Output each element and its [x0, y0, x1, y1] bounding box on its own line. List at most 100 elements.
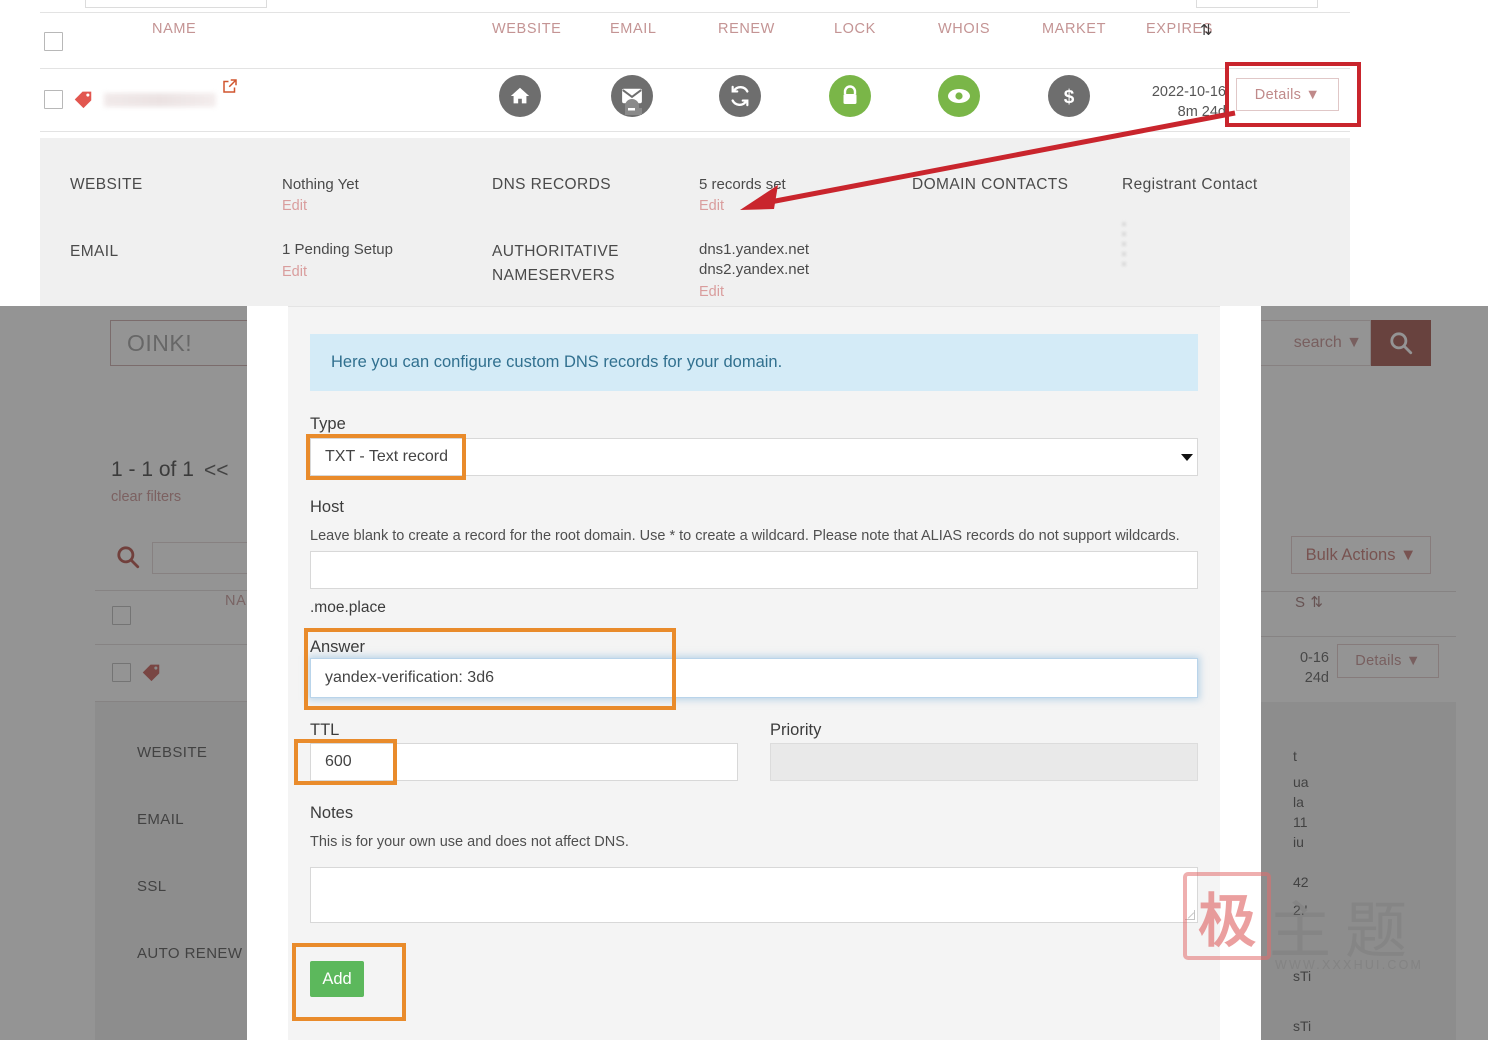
detail-website-value: Nothing Yet [282, 176, 359, 193]
background-select-all-checkbox[interactable] [112, 606, 131, 625]
background-expires-date: 0-16 [1299, 650, 1329, 666]
detail-registrant-contact-label: Registrant Contact [1122, 176, 1258, 193]
column-header-market[interactable]: MARKET [1042, 21, 1106, 37]
background-row-checkbox[interactable] [112, 663, 131, 682]
search-domain-input[interactable]: OINK! [110, 320, 247, 366]
priority-input [770, 743, 1198, 781]
background-registrant-frag-6: 42 [1293, 874, 1309, 890]
background-registrant-frag-9: sTi [1293, 1018, 1312, 1034]
background-bulk-actions-button[interactable]: Bulk Actions ▼ [1291, 536, 1431, 574]
background-search-button[interactable] [1371, 320, 1431, 366]
table-row-rule [40, 131, 1350, 132]
background-right-detail-panel [1261, 702, 1456, 1040]
select-all-checkbox[interactable] [44, 32, 63, 51]
modal-body: Here you can configure custom DNS record… [288, 316, 1220, 1040]
modal-info-alert: Here you can configure custom DNS record… [310, 334, 1198, 391]
background-label-ssl: SSL [137, 878, 167, 895]
column-header-lock[interactable]: LOCK [834, 21, 876, 37]
table-top-rule [40, 12, 1350, 13]
dns-record-modal: Here you can configure custom DNS record… [247, 306, 1261, 1040]
expires-remaining: 8m 24d [1177, 104, 1226, 120]
background-expires-sort[interactable]: S ⇅ [1295, 593, 1324, 611]
registrant-details-redacted [1122, 222, 1126, 272]
detail-nameservers-edit-link[interactable]: Edit [699, 284, 724, 300]
background-label-email: EMAIL [137, 811, 185, 828]
add-highlight-box [292, 943, 406, 1021]
search-icon[interactable] [115, 544, 141, 570]
host-input[interactable] [310, 551, 1198, 589]
column-header-name[interactable]: NAME [152, 21, 196, 37]
details-highlight-box [1225, 62, 1361, 127]
background-registrant-frag-5: iu [1293, 834, 1304, 850]
row-select-checkbox[interactable] [44, 90, 63, 109]
mailbox-icon [625, 99, 642, 115]
detail-dns-label: DNS RECORDS [492, 176, 611, 193]
host-label: Host [310, 498, 344, 516]
column-header-email[interactable]: EMAIL [610, 21, 657, 37]
domain-table-area: NAME WEBSITE EMAIL RENEW LOCK WHOIS MARK… [0, 0, 1488, 306]
pagination-count: 1 - 1 of 1 [111, 458, 194, 481]
notes-label: Notes [310, 804, 354, 822]
answer-highlight-box [304, 628, 676, 710]
notes-help-text: This is for your own use and does not af… [310, 834, 629, 850]
background-registrant-frag-8: sTi [1293, 968, 1312, 984]
type-label: Type [310, 415, 346, 433]
background-registrant-frag-2: ua [1293, 774, 1309, 790]
background-expires-remaining: 24d [1304, 670, 1329, 686]
market-dollar-icon[interactable]: $ [1048, 75, 1090, 117]
filter-search-input[interactable] [152, 542, 247, 574]
ttl-label: TTL [310, 721, 340, 739]
host-help-text: Leave blank to create a record for the r… [310, 528, 1180, 544]
table-header-rule [40, 68, 1350, 69]
search-icon [1390, 332, 1413, 355]
background-registrant-frag-7: 2.' [1293, 902, 1308, 918]
domain-name-redacted [104, 93, 216, 107]
detail-nameservers-label-1: AUTHORITATIVE [492, 243, 619, 260]
chevron-down-icon[interactable] [1181, 454, 1193, 461]
type-highlight-box [306, 434, 466, 480]
background-details-button[interactable]: Details ▼ [1337, 644, 1439, 678]
column-header-whois[interactable]: WHOIS [938, 21, 990, 37]
priority-label: Priority [770, 721, 822, 739]
detail-dns-value: 5 records set [699, 176, 786, 193]
external-link-icon[interactable] [221, 77, 239, 95]
background-left-region: OINK! 1 - 1 of 1 << clear filters NAM [0, 306, 247, 1040]
expires-date: 2022-10-16 [1151, 84, 1226, 100]
background-label-auto-renew: AUTO RENEW [137, 945, 243, 962]
detail-email-label: EMAIL [70, 243, 119, 260]
svg-text:$: $ [1064, 87, 1075, 108]
pagination-prev-button[interactable]: << [204, 459, 229, 483]
renew-refresh-icon[interactable] [719, 75, 761, 117]
resize-grip-icon[interactable] [1185, 910, 1195, 920]
lock-icon[interactable] [829, 75, 871, 117]
detail-nameserver-2: dns2.yandex.net [699, 261, 810, 278]
background-column-name: NAM [225, 593, 247, 609]
detail-email-value: 1 Pending Setup [282, 241, 393, 258]
detail-nameserver-1: dns1.yandex.net [699, 241, 810, 258]
background-label-website: WEBSITE [137, 744, 208, 761]
detail-email-edit-link[interactable]: Edit [282, 264, 307, 280]
background-search-dropdown[interactable]: search ▼ [1261, 320, 1371, 366]
detail-dns-edit-link[interactable]: Edit [699, 198, 724, 214]
background-right-region: search ▼ Bulk Actions ▼ S ⇅ 0-16 24d Det… [1261, 306, 1488, 1040]
column-header-website[interactable]: WEBSITE [492, 21, 561, 37]
background-registrant-frag-1: t [1293, 748, 1297, 764]
background-tag-icon[interactable] [140, 661, 162, 683]
detail-website-edit-link[interactable]: Edit [282, 198, 307, 214]
host-domain-suffix: .moe.place [310, 599, 386, 616]
detail-domain-contacts-label: DOMAIN CONTACTS [912, 176, 1069, 193]
screenshot-root: NAME WEBSITE EMAIL RENEW LOCK WHOIS MARK… [0, 0, 1488, 1040]
tag-icon[interactable] [72, 88, 94, 110]
background-registrant-frag-4: 11 [1293, 814, 1308, 830]
background-registrant-frag-3: la [1293, 794, 1304, 810]
expires-sort-icon[interactable]: ⇅ [1200, 21, 1213, 39]
detail-nameservers-label-2: NAMESERVERS [492, 267, 615, 284]
website-home-icon[interactable] [499, 75, 541, 117]
whois-eye-icon[interactable] [938, 75, 980, 117]
column-header-renew[interactable]: RENEW [718, 21, 775, 37]
clear-filters-link[interactable]: clear filters [111, 489, 181, 505]
search-box-stub [1196, 0, 1318, 8]
detail-website-label: WEBSITE [70, 176, 143, 193]
notes-textarea[interactable] [310, 867, 1198, 923]
filter-box-stub [85, 0, 267, 8]
